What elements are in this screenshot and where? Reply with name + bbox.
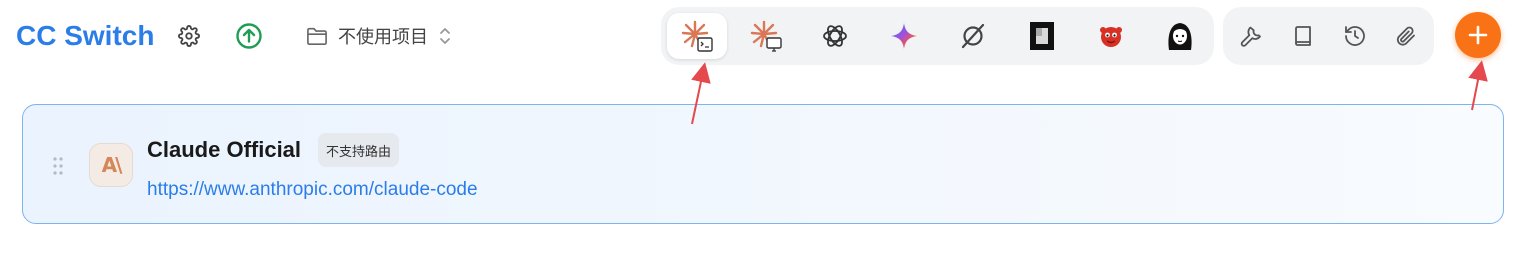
folder-icon	[307, 27, 327, 45]
app-tab-gemini[interactable]	[874, 13, 934, 59]
drag-handle[interactable]	[53, 157, 63, 180]
provider-logo: A\	[89, 143, 133, 187]
girl-avatar-icon	[1168, 23, 1192, 50]
claude-terminal-icon	[681, 20, 713, 52]
tools-button[interactable]	[1223, 13, 1279, 59]
slashed-circle-icon	[961, 23, 985, 49]
chevron-updown-icon	[440, 28, 450, 44]
gemini-sparkle-icon	[891, 23, 917, 49]
anthropic-logo-icon: A\	[101, 153, 123, 177]
docs-button[interactable]	[1275, 13, 1331, 59]
app-tab-terminal-app[interactable]	[1012, 13, 1072, 59]
app-tab-claude-desktop[interactable]	[736, 13, 796, 59]
provider-name: Claude Official	[147, 137, 302, 162]
arrow-up-circle-icon	[236, 23, 262, 49]
app-tab-claude-code[interactable]	[667, 13, 727, 59]
settings-button[interactable]	[174, 20, 204, 52]
openai-icon	[823, 25, 847, 47]
app-tab-openai[interactable]	[805, 13, 865, 59]
app-switcher	[661, 7, 1214, 65]
app-tab-girl-avatar[interactable]	[1150, 13, 1210, 59]
provider-url-link[interactable]: https://www.anthropic.com/claude-code	[147, 177, 478, 203]
project-label: 不使用项目	[338, 27, 428, 48]
history-icon	[1345, 26, 1365, 46]
attachments-button[interactable]	[1378, 13, 1434, 59]
app-title: CC Switch	[16, 20, 155, 51]
app-tab-red-mascot[interactable]	[1081, 13, 1141, 59]
paperclip-icon	[1396, 26, 1415, 46]
drag-handle-icon	[53, 157, 63, 175]
black-square-app-icon	[1030, 22, 1054, 50]
update-button[interactable]	[233, 20, 265, 52]
history-button[interactable]	[1327, 13, 1383, 59]
utility-toolbar	[1223, 7, 1434, 65]
add-provider-button[interactable]	[1455, 12, 1501, 58]
red-mascot-icon	[1100, 27, 1122, 47]
project-selector[interactable]: 不使用项目	[306, 20, 452, 52]
provider-card[interactable]: A\ Claude Official 不支持路由 https://www.ant…	[22, 104, 1504, 224]
app-tab-opencode[interactable]	[943, 13, 1003, 59]
plus-icon	[1468, 25, 1488, 45]
routing-badge: 不支持路由	[318, 133, 400, 167]
wrench-icon	[1240, 26, 1261, 47]
gear-icon	[178, 25, 200, 47]
book-icon	[1295, 26, 1311, 46]
claude-desktop-icon	[750, 20, 782, 52]
